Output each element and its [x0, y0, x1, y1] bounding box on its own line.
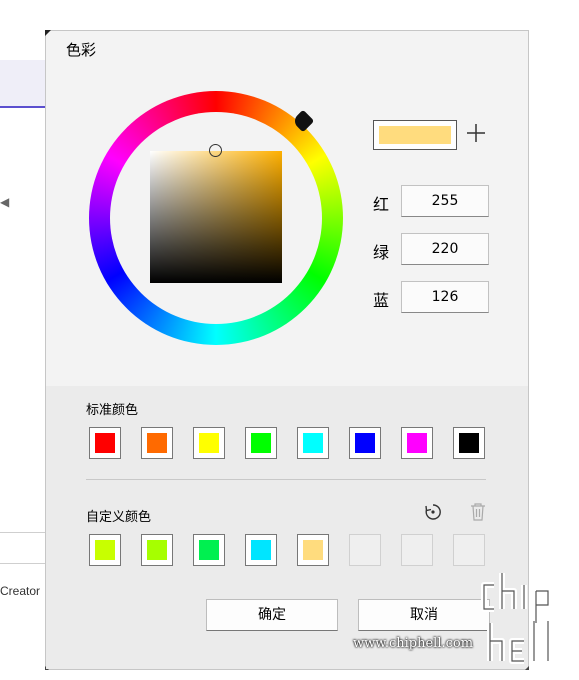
background-field: [0, 532, 48, 564]
reset-icon[interactable]: [423, 502, 443, 522]
custom-color-swatch[interactable]: [401, 534, 433, 566]
standard-color-swatch[interactable]: [401, 427, 433, 459]
standard-color-swatch[interactable]: [89, 427, 121, 459]
custom-color-swatch[interactable]: [245, 534, 277, 566]
background-creator-text: Creator: [0, 584, 41, 598]
background-arrow-icon: ◀: [0, 195, 10, 209]
dialog-title: 色彩: [66, 41, 97, 59]
standard-color-swatch[interactable]: [297, 427, 329, 459]
custom-color-swatch[interactable]: [89, 534, 121, 566]
blue-label: 蓝: [373, 291, 390, 310]
trash-icon[interactable]: [469, 502, 487, 522]
custom-colors-label: 自定义颜色: [86, 510, 152, 525]
custom-color-swatch[interactable]: [453, 534, 485, 566]
watermark-url: www.chiphell.com: [353, 636, 474, 651]
custom-color-swatch[interactable]: [349, 534, 381, 566]
custom-color-swatch[interactable]: [193, 534, 225, 566]
standard-color-swatch[interactable]: [245, 427, 277, 459]
blue-input[interactable]: 126: [401, 281, 489, 313]
green-input[interactable]: 220: [401, 233, 489, 265]
chiphell-logo-icon: [481, 573, 551, 664]
green-label: 绿: [373, 243, 390, 262]
standard-colors-label: 标准颜色: [86, 403, 139, 418]
color-dialog: 色彩 红 255 绿 220 蓝 126 标准颜色 自定义颜色 确定 取消: [45, 30, 529, 670]
standard-color-swatch[interactable]: [453, 427, 485, 459]
cancel-button[interactable]: 取消: [358, 599, 490, 631]
custom-color-swatch[interactable]: [297, 534, 329, 566]
custom-color-swatch[interactable]: [141, 534, 173, 566]
standard-color-swatch[interactable]: [349, 427, 381, 459]
saturation-value-square[interactable]: [150, 151, 282, 283]
color-preview: [373, 120, 457, 150]
standard-color-swatch[interactable]: [141, 427, 173, 459]
ok-button[interactable]: 确定: [206, 599, 338, 631]
red-label: 红: [373, 195, 390, 214]
plus-icon[interactable]: [463, 122, 489, 148]
saturation-value-handle[interactable]: [209, 144, 222, 157]
background-header: [0, 60, 46, 108]
divider: [86, 479, 486, 480]
red-input[interactable]: 255: [401, 185, 489, 217]
standard-color-swatch[interactable]: [193, 427, 225, 459]
